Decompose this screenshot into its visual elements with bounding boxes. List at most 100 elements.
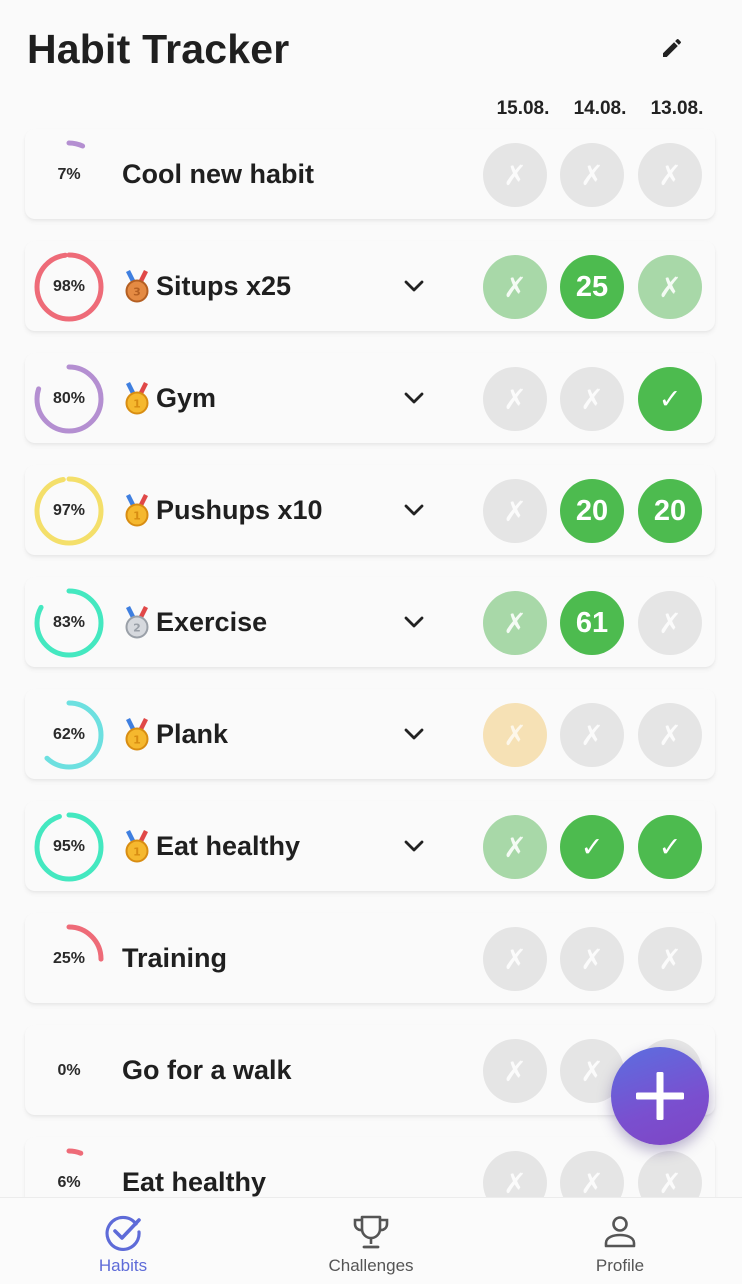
day-status-button[interactable]: ✗ bbox=[638, 591, 702, 655]
habit-row[interactable]: 98% 3 Situps x25 ✗ 25 ✗ bbox=[25, 241, 715, 331]
expand-button[interactable] bbox=[399, 271, 429, 301]
day-status-button[interactable]: ✗ bbox=[483, 1039, 547, 1103]
progress-ring: 97% bbox=[33, 475, 105, 547]
progress-ring: 0% bbox=[33, 1035, 105, 1107]
day-status-button[interactable]: ✗ bbox=[638, 143, 702, 207]
day-status-button[interactable]: ✗ bbox=[560, 927, 624, 991]
day-status-button[interactable]: ✗ bbox=[638, 703, 702, 767]
silver-medal-icon: 2 bbox=[125, 606, 149, 639]
day-status-button[interactable]: ✓ bbox=[560, 815, 624, 879]
chevron-down-icon bbox=[404, 728, 424, 740]
habit-row[interactable]: 7% Cool new habit ✗ ✗ ✗ bbox=[25, 129, 715, 219]
habit-row[interactable]: 62% 1 Plank ✗ ✗ ✗ bbox=[25, 689, 715, 779]
progress-percent: 62% bbox=[52, 726, 86, 743]
nav-habits[interactable]: Habits bbox=[43, 1198, 203, 1284]
progress-ring: 80% bbox=[33, 363, 105, 435]
day-status-button[interactable]: ✗ bbox=[483, 1151, 547, 1198]
date-label: 14.08. bbox=[573, 98, 627, 119]
day-status-button[interactable]: ✗ bbox=[638, 1151, 702, 1198]
habit-row[interactable]: 97% 1 Pushups x10 ✗ 20 20 bbox=[25, 465, 715, 555]
habit-title: 1 Gym bbox=[122, 353, 216, 443]
pencil-icon bbox=[663, 38, 682, 57]
chevron-down-icon bbox=[404, 616, 424, 628]
day-status-button[interactable]: 61 bbox=[560, 591, 624, 655]
app-header: Habit Tracker bbox=[0, 0, 742, 95]
habit-row[interactable]: 83% 2 Exercise ✗ 61 ✗ bbox=[25, 577, 715, 667]
progress-percent: 83% bbox=[52, 614, 86, 631]
day-status-button[interactable]: ✓ bbox=[638, 815, 702, 879]
habit-name: Plank bbox=[156, 718, 229, 749]
day-status-button[interactable]: ✗ bbox=[560, 703, 624, 767]
gold-medal-icon: 1 bbox=[125, 830, 149, 863]
nav-profile[interactable]: Profile bbox=[540, 1198, 700, 1284]
gold-medal-icon: 1 bbox=[125, 718, 149, 751]
day-status-button[interactable]: ✗ bbox=[483, 479, 547, 543]
medal-rank-text: 1 bbox=[133, 510, 141, 523]
progress-percent: 6% bbox=[57, 1174, 81, 1191]
day-status-button[interactable]: ✓ bbox=[638, 367, 702, 431]
medal-rank-text: 3 bbox=[133, 286, 141, 299]
day-status-button[interactable]: ✗ bbox=[483, 367, 547, 431]
habit-title: 3 Situps x25 bbox=[122, 241, 291, 331]
habit-name: Pushups x10 bbox=[156, 494, 323, 525]
day-status-button[interactable]: ✗ bbox=[483, 143, 547, 207]
gold-medal-icon: 1 bbox=[125, 382, 149, 415]
medal-rank-text: 1 bbox=[133, 846, 141, 859]
chevron-down-icon bbox=[404, 840, 424, 852]
habit-title: 1 Eat healthy bbox=[122, 801, 300, 891]
date-label: 13.08. bbox=[650, 98, 704, 119]
expand-button[interactable] bbox=[399, 607, 429, 637]
progress-percent: 7% bbox=[57, 166, 81, 183]
chevron-down-icon bbox=[404, 392, 424, 404]
day-status-button[interactable]: ✗ bbox=[560, 1151, 624, 1198]
day-status-button[interactable]: ✗ bbox=[483, 255, 547, 319]
day-status-button[interactable]: ✗ bbox=[638, 927, 702, 991]
progress-ring: 83% bbox=[33, 587, 105, 659]
add-habit-button[interactable] bbox=[611, 1047, 709, 1145]
habit-row[interactable]: 25% Training ✗ ✗ ✗ bbox=[25, 913, 715, 1003]
nav-challenges[interactable]: Challenges bbox=[291, 1198, 451, 1284]
day-status-button[interactable]: ✗ bbox=[638, 255, 702, 319]
day-status-button[interactable]: ✗ bbox=[483, 703, 547, 767]
chevron-down-icon bbox=[404, 504, 424, 516]
habit-title: Go for a walk bbox=[122, 1025, 292, 1115]
gold-medal-icon: 1 bbox=[125, 494, 149, 527]
expand-button[interactable] bbox=[399, 719, 429, 749]
bronze-medal-icon: 3 bbox=[125, 270, 149, 303]
edit-button[interactable] bbox=[652, 28, 692, 68]
habit-title: 1 Plank bbox=[122, 689, 228, 779]
day-status-button[interactable]: ✗ bbox=[483, 927, 547, 991]
habit-row[interactable]: 6% Eat healthy ✗ ✗ ✗ bbox=[25, 1137, 715, 1198]
day-status-button[interactable]: 20 bbox=[638, 479, 702, 543]
day-status-button[interactable]: ✗ bbox=[483, 815, 547, 879]
person-icon bbox=[604, 1216, 636, 1248]
nav-label: Challenges bbox=[328, 1256, 414, 1275]
habit-name: Eat healthy bbox=[156, 830, 301, 861]
page-title: Habit Tracker bbox=[27, 26, 290, 72]
habit-name: Cool new habit bbox=[122, 158, 314, 189]
habit-name: Eat healthy bbox=[122, 1166, 267, 1197]
day-status-button[interactable]: ✗ bbox=[560, 367, 624, 431]
medal-rank-text: 1 bbox=[133, 398, 141, 411]
day-status-button[interactable]: ✗ bbox=[560, 143, 624, 207]
progress-percent: 0% bbox=[57, 1062, 81, 1079]
habit-row[interactable]: 80% 1 Gym ✗ ✗ ✓ bbox=[25, 353, 715, 443]
day-status-button[interactable]: ✗ bbox=[483, 591, 547, 655]
trophy-icon bbox=[353, 1215, 389, 1249]
day-status-button[interactable]: 20 bbox=[560, 479, 624, 543]
bottom-navigation: Habits Challenges Profile bbox=[0, 1197, 742, 1284]
date-label: 15.08. bbox=[496, 98, 550, 119]
medal-rank-text: 1 bbox=[133, 734, 141, 747]
habit-row[interactable]: 95% 1 Eat healthy ✗ ✓ ✓ bbox=[25, 801, 715, 891]
progress-percent: 97% bbox=[52, 502, 86, 519]
habit-title: Training bbox=[122, 913, 227, 1003]
day-status-button[interactable]: 25 bbox=[560, 255, 624, 319]
plus-icon bbox=[636, 1072, 684, 1120]
expand-button[interactable] bbox=[399, 831, 429, 861]
habit-title: 2 Exercise bbox=[122, 577, 267, 667]
expand-button[interactable] bbox=[399, 383, 429, 413]
progress-ring: 6% bbox=[33, 1147, 105, 1198]
progress-percent: 80% bbox=[52, 390, 86, 407]
progress-ring: 7% bbox=[33, 139, 105, 211]
expand-button[interactable] bbox=[399, 495, 429, 525]
